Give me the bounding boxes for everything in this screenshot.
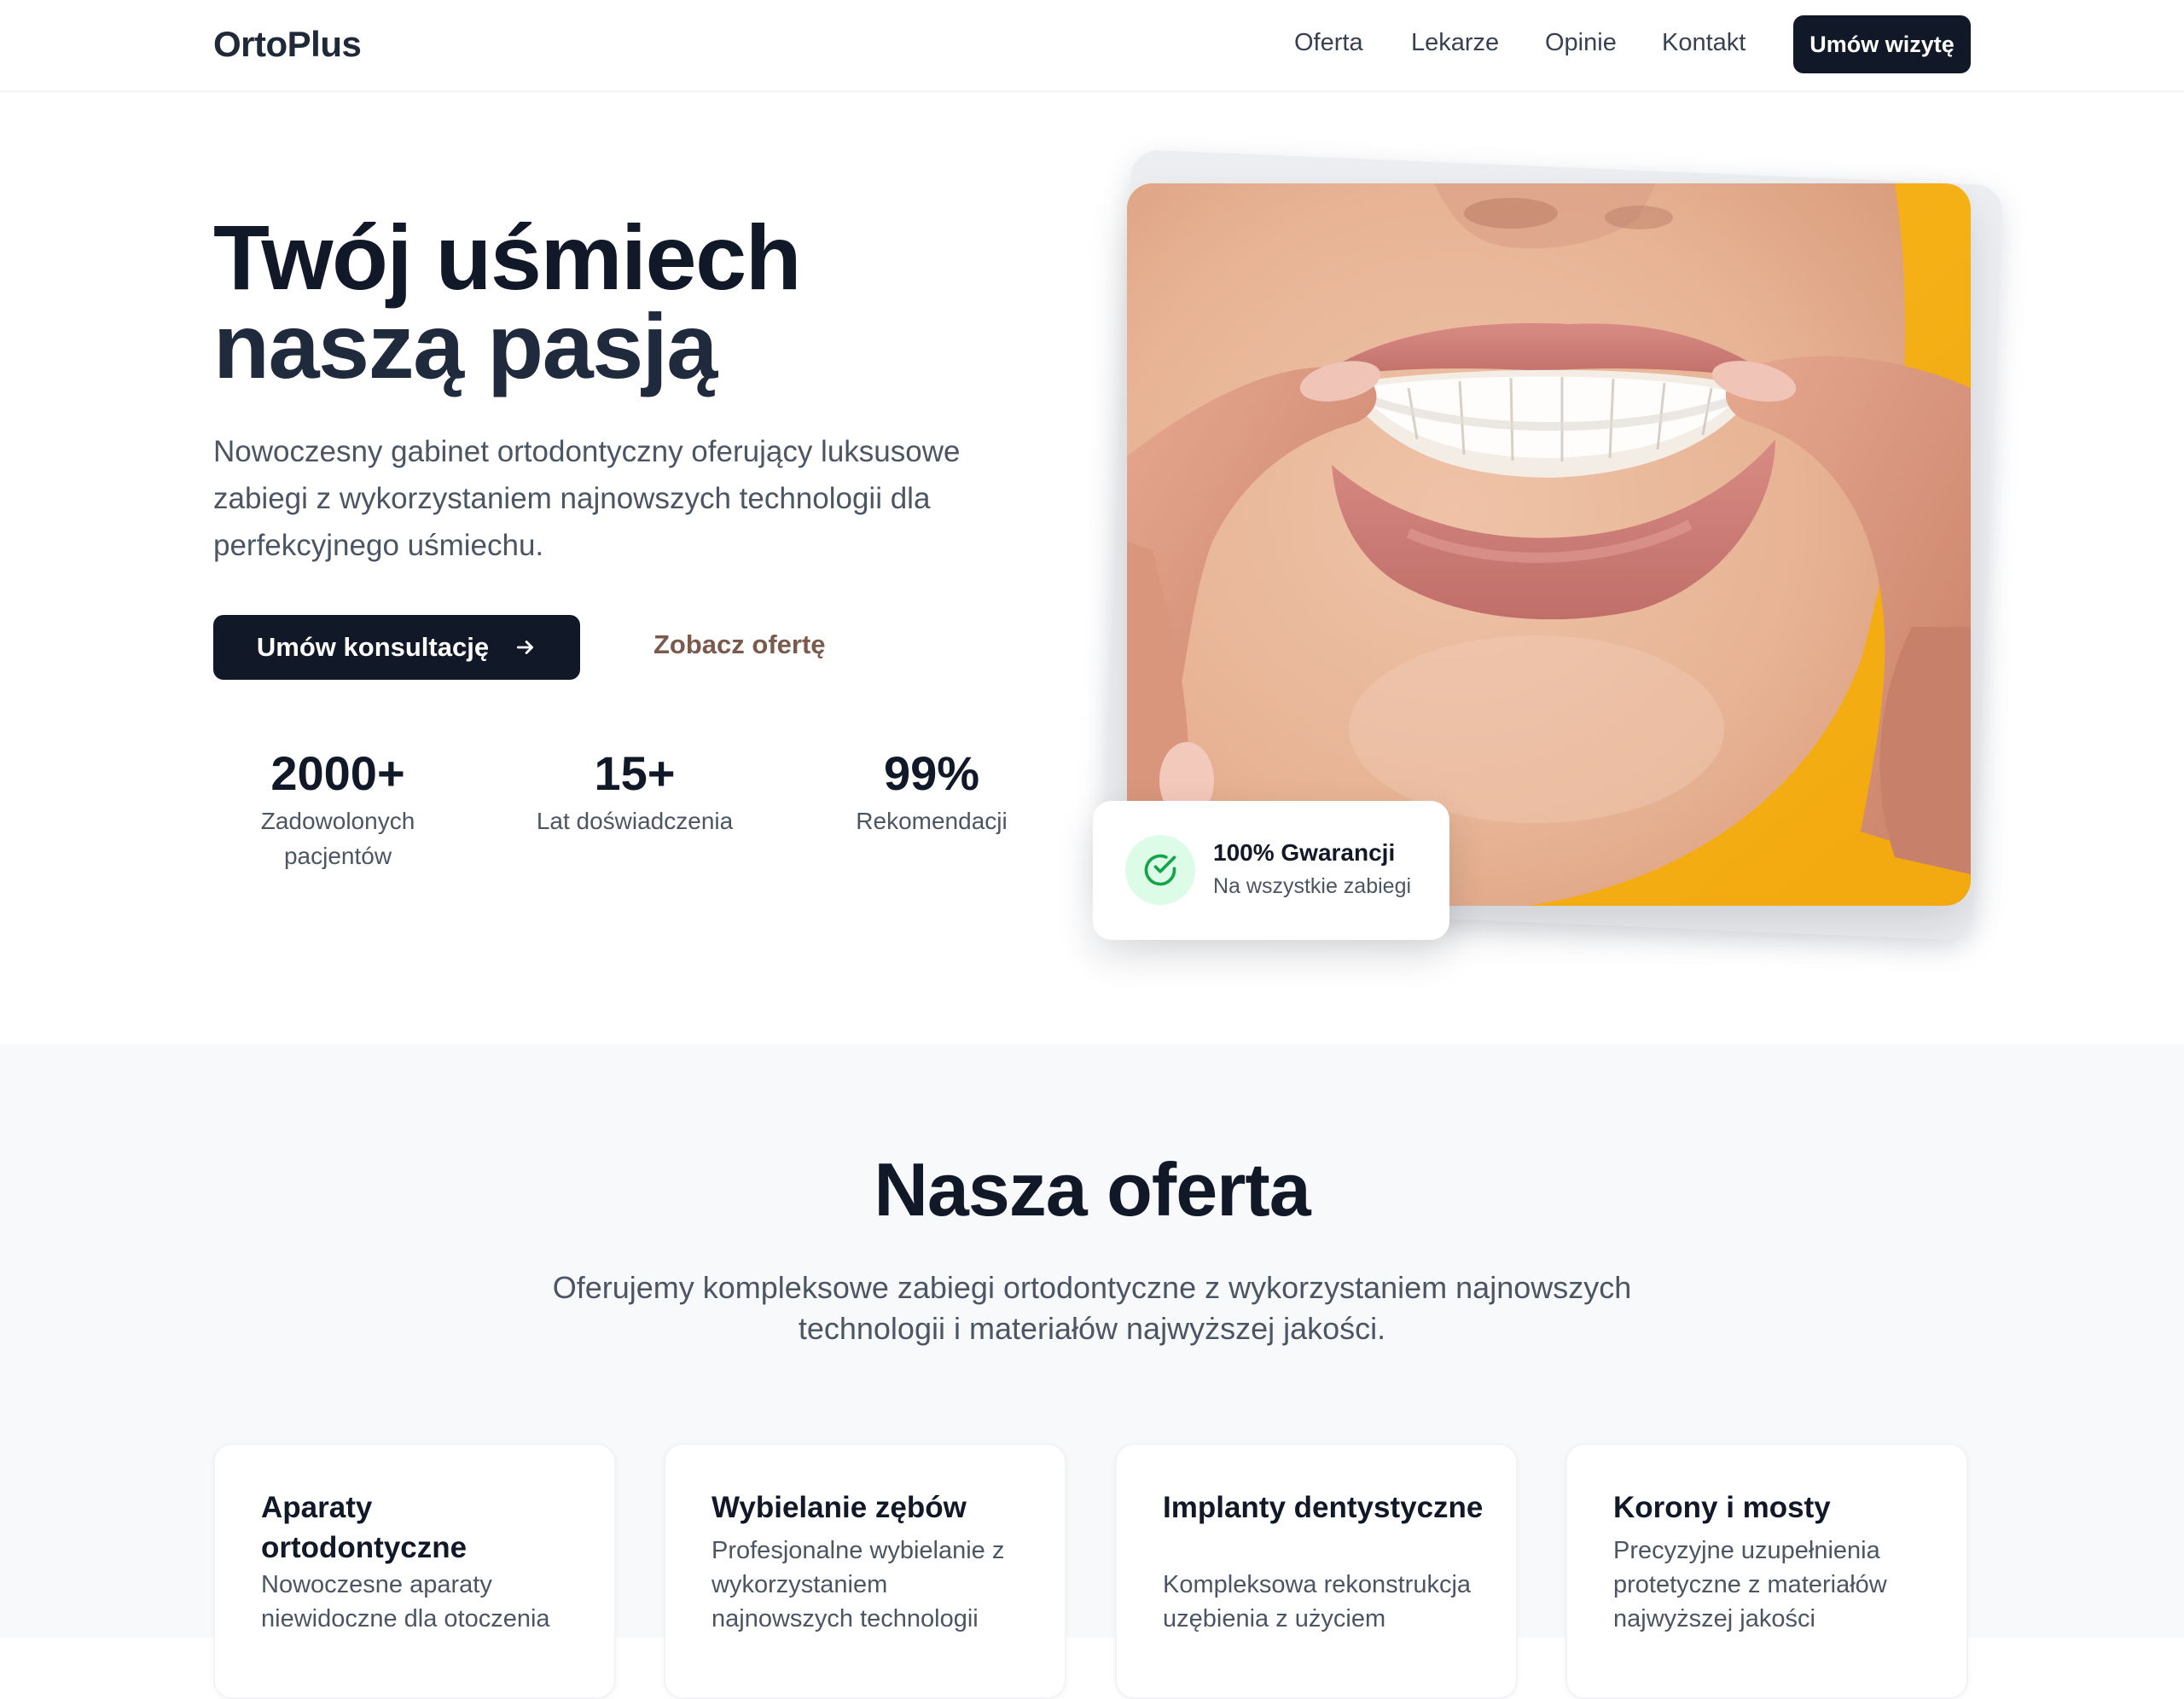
offer-card-implants[interactable]: Implanty dentystyczne Kompleksowa rekons…: [1115, 1443, 1518, 1699]
hero-title-line2: naszą pasją: [213, 294, 717, 397]
offer-card-whitening[interactable]: Wybielanie zębów Profesjonalne wybielani…: [664, 1443, 1066, 1699]
nav-link-oferta[interactable]: Oferta: [1294, 29, 1363, 57]
offer-title: Nasza oferta: [874, 1147, 1310, 1232]
aligner-photo-illustration: [1127, 183, 1971, 906]
nav-link-opinie[interactable]: Opinie: [1545, 29, 1617, 57]
book-visit-button[interactable]: Umów wizytę: [1793, 15, 1971, 73]
card-title: Implanty dentystyczne: [1163, 1491, 1484, 1524]
badge-title: 100% Gwarancji: [1213, 839, 1396, 866]
top-navigation: OrtoPlus Oferta Lekarze Opinie Kontakt U…: [0, 0, 2184, 92]
card-description: Precyzyjne uzupełnienia protetyczne z ma…: [1613, 1537, 1887, 1632]
card-description: Profesjonalne wybielanie z wykorzystanie…: [712, 1537, 1005, 1632]
card-title: Aparaty ortodontyczne: [261, 1491, 468, 1564]
stat-label: Zadowolonych pacjentów: [260, 808, 415, 869]
card-title: Wybielanie zębów: [712, 1491, 967, 1524]
card-title: Korony i mosty: [1613, 1491, 1831, 1524]
offer-card-braces[interactable]: Aparaty ortodontyczne Nowoczesne aparaty…: [213, 1443, 616, 1699]
stat-label: Rekomendacji: [856, 808, 1008, 834]
stat-value: 2000+: [270, 746, 405, 800]
guarantee-badge: 100% Gwarancji Na wszystkie zabiegi: [1093, 801, 1449, 940]
offer-card-crowns[interactable]: Korony i mosty Precyzyjne uzupełnienia p…: [1565, 1443, 1968, 1699]
offer-section: Nasza oferta Oferujemy kompleksowe zabie…: [0, 1044, 2184, 1699]
stat-label: Lat doświadczenia: [536, 808, 734, 834]
logo[interactable]: OrtoPlus: [213, 24, 362, 65]
stat-value: 99%: [883, 746, 980, 800]
consultation-button-label: Umów konsultację: [256, 632, 490, 662]
card-description: Nowoczesne aparaty niewidoczne dla otocz…: [261, 1571, 550, 1632]
hero-description: Nowoczesny gabinet ortodontyczny oferują…: [213, 435, 961, 562]
hero-title-line1: Twój uśmiech: [213, 206, 802, 309]
stat-value: 15+: [594, 746, 676, 800]
hero-title: Twój uśmiech naszą pasją: [213, 206, 802, 397]
offer-description: Oferujemy kompleksowe zabiegi ortodontyc…: [552, 1270, 1632, 1346]
stat-patients: 2000+ Zadowolonych pacjentów: [201, 744, 474, 873]
badge-subtitle: Na wszystkie zabiegi: [1213, 874, 1412, 898]
check-circle-icon: [1125, 835, 1195, 905]
nav-link-lekarze[interactable]: Lekarze: [1411, 29, 1499, 57]
see-offer-link[interactable]: Zobacz ofertę: [653, 629, 826, 660]
arrow-right-icon: [517, 641, 534, 654]
stat-experience: 15+ Lat doświadczenia: [498, 744, 771, 838]
card-description: Kompleksowa rekonstrukcja uzębienia z uż…: [1163, 1571, 1472, 1632]
hero-image: [1127, 183, 1971, 906]
stat-recommendations: 99% Rekomendacji: [795, 744, 1068, 838]
consultation-button[interactable]: Umów konsultację: [213, 615, 580, 680]
nav-link-kontakt[interactable]: Kontakt: [1662, 29, 1745, 57]
